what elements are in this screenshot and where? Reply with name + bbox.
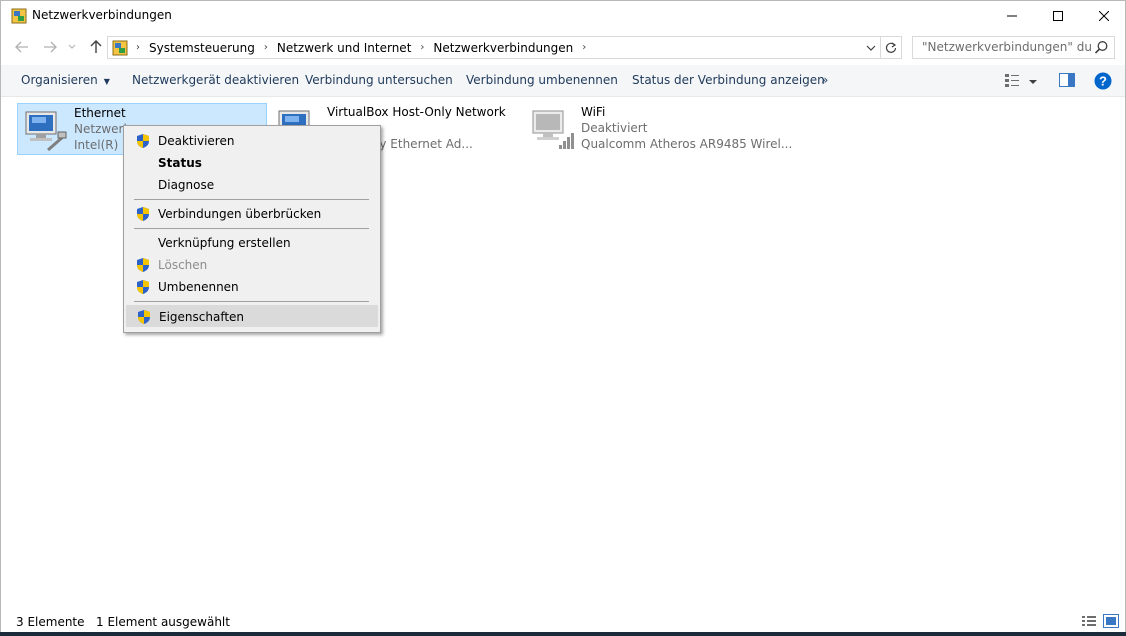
- menu-item-status[interactable]: Status: [126, 152, 378, 174]
- selection-count: 1 Element ausgewählt: [96, 615, 230, 629]
- view-status-button[interactable]: Status der Verbindung anzeigen: [632, 73, 825, 87]
- minimize-icon: [1007, 15, 1017, 17]
- menu-item-label: Diagnose: [158, 178, 215, 192]
- breadcrumb-netzwerk-und-internet[interactable]: Netzwerk und Internet: [277, 41, 412, 55]
- large-icons-view-icon: [1103, 614, 1119, 628]
- item-name: Ethernet: [74, 106, 126, 120]
- help-icon: ?: [1094, 72, 1112, 90]
- navigation-bar: › Systemsteuerung › Netzwerk und Interne…: [1, 33, 1125, 61]
- large-icons-view-button[interactable]: [1103, 614, 1119, 628]
- menu-separator: [134, 199, 369, 200]
- menu-item-label: Eigenschaften: [159, 310, 245, 324]
- menu-item-diagnose[interactable]: Diagnose: [126, 174, 378, 196]
- view-options-button[interactable]: [1028, 75, 1038, 89]
- menu-item-properties[interactable]: Eigenschaften: [126, 305, 378, 327]
- menu-item-label: Deaktivieren: [158, 134, 235, 148]
- network-connections-icon: [11, 8, 27, 24]
- item-name: VirtualBox Host-Only Network: [327, 105, 506, 119]
- uac-shield-icon: [137, 207, 149, 221]
- wifi-adapter-icon: [532, 110, 574, 149]
- forward-button[interactable]: [41, 38, 59, 56]
- chevron-right-icon[interactable]: ›: [136, 42, 140, 53]
- maximize-button[interactable]: [1035, 1, 1081, 31]
- context-menu: Deaktivieren Status Diagnose Verbindunge…: [123, 125, 381, 333]
- details-view-icon: [1005, 74, 1019, 87]
- menu-item-rename[interactable]: Umbenennen: [126, 276, 378, 298]
- status-bar: 3 Elemente 1 Element ausgewählt: [1, 611, 1125, 633]
- arrow-right-icon: [44, 41, 57, 53]
- chevron-right-icon[interactable]: ›: [582, 42, 586, 53]
- search-input[interactable]: "Netzwerkverbindungen" dur...: [912, 36, 1115, 59]
- preview-pane-icon: [1059, 73, 1075, 87]
- item-count: 3 Elemente: [16, 615, 85, 629]
- chevron-right-icon[interactable]: ›: [264, 42, 268, 53]
- address-history-button[interactable]: [864, 41, 878, 55]
- menu-item-label: Status: [158, 156, 202, 170]
- command-bar: Organisieren ▼ Netzwerkgerät deaktivieren…: [1, 65, 1125, 97]
- change-view-button[interactable]: [1004, 73, 1020, 90]
- diagnose-connection-button[interactable]: Verbindung untersuchen: [305, 73, 453, 87]
- caret-down-icon: [1029, 80, 1037, 84]
- item-status: Netzwerk: [74, 122, 131, 136]
- title-bar[interactable]: Netzwerkverbindungen: [1, 1, 1125, 31]
- minimize-button[interactable]: [989, 1, 1035, 31]
- uac-shield-icon: [137, 134, 149, 148]
- disable-device-button[interactable]: Netzwerkgerät deaktivieren: [132, 73, 299, 87]
- uac-shield-icon: [137, 258, 149, 272]
- close-button[interactable]: [1081, 1, 1126, 31]
- menu-item-deactivate[interactable]: Deaktivieren: [126, 130, 378, 152]
- menu-item-label: Umbenennen: [158, 280, 239, 294]
- taskbar-edge: [0, 632, 1126, 636]
- menu-item-create-shortcut[interactable]: Verknüpfung erstellen: [126, 232, 378, 254]
- caret-down-icon: ▼: [103, 77, 110, 86]
- item-status: Deaktiviert: [581, 121, 648, 135]
- breadcrumb-systemsteuerung[interactable]: Systemsteuerung: [149, 41, 255, 55]
- menu-item-label: Verbindungen überbrücken: [158, 207, 322, 221]
- item-device: Qualcomm Atheros AR9485 Wirel...: [581, 137, 793, 151]
- menu-item-bridge[interactable]: Verbindungen überbrücken: [126, 203, 378, 225]
- uac-shield-icon: [138, 310, 150, 324]
- close-icon: [1099, 11, 1109, 21]
- svg-text:?: ?: [1099, 74, 1107, 89]
- preview-pane-button[interactable]: [1059, 73, 1075, 90]
- recent-locations-button[interactable]: [67, 38, 77, 56]
- chevron-right-icon[interactable]: ›: [420, 42, 424, 53]
- arrow-left-icon: [15, 41, 28, 53]
- details-view-button[interactable]: [1081, 614, 1097, 628]
- arrow-up-icon: [90, 40, 102, 53]
- menu-separator: [134, 301, 369, 302]
- chevron-down-icon: [866, 45, 876, 51]
- address-bar[interactable]: › Systemsteuerung › Netzwerk und Interne…: [107, 36, 902, 59]
- search-icon: [1094, 41, 1108, 54]
- control-panel-icon: [112, 40, 128, 56]
- explorer-window: Netzwerkverbindungen › Systemsteuerung ›…: [0, 0, 1126, 636]
- ethernet-adapter-icon: [25, 111, 67, 152]
- chevron-down-icon: [68, 44, 76, 49]
- details-view-icon: [1082, 616, 1096, 626]
- organize-label: Organisieren: [21, 73, 98, 87]
- organize-menu-button[interactable]: Organisieren ▼: [21, 73, 110, 87]
- uac-shield-icon: [137, 280, 149, 294]
- menu-separator: [134, 228, 369, 229]
- menu-item-label: Verknüpfung erstellen: [158, 236, 291, 250]
- up-button[interactable]: [87, 38, 105, 56]
- window-title: Netzwerkverbindungen: [32, 8, 172, 22]
- more-commands-button[interactable]: »: [821, 73, 828, 87]
- maximize-icon: [1053, 11, 1063, 21]
- breadcrumb: › Systemsteuerung › Netzwerk und Interne…: [134, 37, 595, 58]
- connection-item-wifi[interactable]: WiFi Deaktiviert Qualcomm Atheros AR9485…: [525, 103, 792, 155]
- refresh-button[interactable]: [880, 37, 901, 58]
- rename-connection-button[interactable]: Verbindung umbenennen: [466, 73, 618, 87]
- help-button[interactable]: ?: [1094, 72, 1112, 93]
- menu-item-delete[interactable]: Löschen: [126, 254, 378, 276]
- menu-item-label: Löschen: [158, 258, 208, 272]
- refresh-icon: [885, 42, 897, 53]
- breadcrumb-netzwerkverbindungen[interactable]: Netzwerkverbindungen: [433, 41, 573, 55]
- search-placeholder: "Netzwerkverbindungen" dur...: [922, 40, 1092, 54]
- item-name: WiFi: [581, 105, 606, 119]
- back-button[interactable]: [13, 38, 31, 56]
